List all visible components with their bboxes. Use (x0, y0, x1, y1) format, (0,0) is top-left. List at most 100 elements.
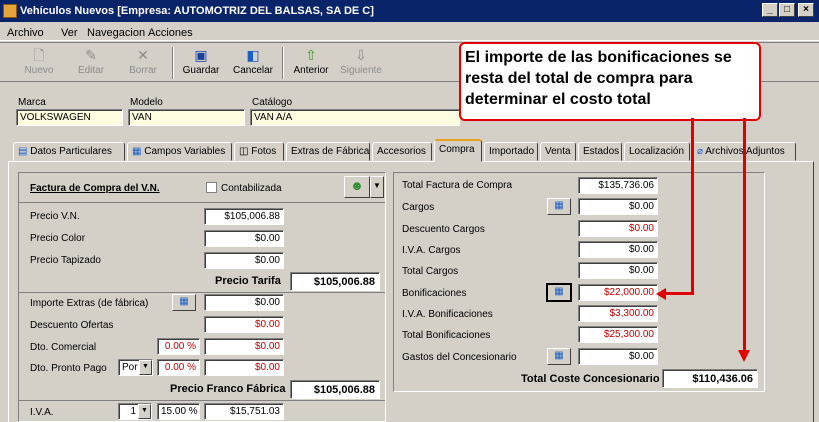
delete-button[interactable]: ✕ Borrar (120, 45, 166, 81)
edit-icon: ✎ (85, 47, 97, 63)
total-coste-label: Total Coste Concesionario (521, 373, 660, 385)
tab-campos-variables[interactable]: ▦ Campos Variables (127, 142, 232, 161)
previous-label: Anterior (293, 65, 329, 76)
callout-annotation: El importe de las bonificaciones se rest… (459, 42, 761, 121)
tab-importado[interactable]: Importado (484, 142, 538, 161)
save-icon: ▣ (194, 47, 208, 63)
importe-extras-label: Importe Extras (de fábrica) (30, 298, 149, 309)
total-bonificaciones-label: Total Bonificaciones (402, 330, 491, 341)
precio-tapizado-label: Precio Tapizado (30, 255, 101, 266)
bonificaciones-label: Bonificaciones (402, 288, 467, 299)
next-button[interactable]: ⇩ Siguiente (338, 45, 384, 81)
cargos-label: Cargos (402, 202, 435, 213)
delete-icon: ✕ (137, 47, 149, 63)
iva-dropdown-button[interactable]: ▼ (138, 404, 151, 419)
photos-icon: ◫ (239, 146, 249, 157)
chevron-down-icon: ▼ (373, 181, 381, 190)
iva-pct-field[interactable]: 15.00 % (157, 403, 200, 420)
tab-datos-particulares[interactable]: ▤ Datos Particulares (13, 142, 125, 161)
next-label: Siguiente (340, 65, 382, 76)
descuento-cargos-field[interactable]: $0.00 (578, 220, 658, 237)
chevron-down-icon: ▼ (142, 363, 149, 370)
total-factura-field: $135,736.06 (578, 177, 658, 194)
importe-extras-button[interactable]: ▦ (172, 294, 196, 311)
tab-label: Fotos (251, 146, 277, 157)
tab-venta[interactable]: Venta (540, 142, 576, 161)
title-bar: Vehículos Nuevos [Empresa: AUTOMOTRIZ DE… (0, 0, 819, 22)
factura-section-title: Factura de Compra del V.N. (30, 183, 160, 194)
minimize-button[interactable]: _ (762, 3, 778, 17)
precio-franco-total: $105,006.88 (290, 380, 380, 399)
tab-label: Compra (439, 144, 475, 155)
tab-label: Accesorios (377, 146, 426, 157)
tab-accesorios[interactable]: Accesorios (372, 142, 432, 161)
previous-button[interactable]: ⇧ Anterior (288, 45, 334, 81)
menu-acciones[interactable]: Acciones (148, 27, 193, 39)
dto-comercial-pct-field[interactable]: 0.00 % (157, 338, 200, 355)
down-arrow-icon: ⇩ (355, 47, 367, 63)
dto-pronto-select-value: Por (122, 362, 138, 373)
actions-button[interactable]: ☻ (344, 176, 370, 198)
cargos-field[interactable]: $0.00 (578, 198, 658, 215)
tab-label: Localización (629, 146, 685, 157)
actions-dropdown-button[interactable]: ▼ (370, 176, 384, 198)
importe-extras-field[interactable]: $0.00 (204, 294, 284, 311)
delete-label: Borrar (129, 65, 157, 76)
iva-label: I.V.A. (30, 407, 54, 418)
dto-pronto-pago-field[interactable]: $0.00 (204, 359, 284, 376)
cancel-button[interactable]: ◧ Cancelar (230, 45, 276, 81)
precio-tapizado-field[interactable]: $0.00 (204, 252, 284, 269)
calculator-icon: ▦ (179, 296, 189, 307)
divider (19, 400, 385, 401)
save-button[interactable]: ▣ Guardar (178, 45, 224, 81)
tab-compra[interactable]: Compra (434, 139, 482, 162)
calculator-icon: ▦ (554, 200, 564, 211)
close-button[interactable]: × (798, 3, 814, 17)
tab-extras-fabrica[interactable]: Extras de Fábrica (286, 142, 370, 161)
modelo-field[interactable]: VAN (128, 109, 245, 126)
iva-select-value: 1 (130, 406, 136, 417)
tab-fotos[interactable]: ◫ Fotos (234, 142, 284, 161)
iva-bonificaciones-label: I.V.A. Bonificaciones (402, 309, 493, 320)
dto-comercial-field[interactable]: $0.00 (204, 338, 284, 355)
catalogo-field[interactable]: VAN A/A (250, 109, 460, 126)
precio-color-field[interactable]: $0.00 (204, 230, 284, 247)
marca-field[interactable]: VOLKSWAGEN (16, 109, 123, 126)
tab-label: Importado (489, 146, 535, 157)
tab-label: Venta (545, 146, 571, 157)
descuento-ofertas-field[interactable]: $0.00 (204, 316, 284, 333)
new-button[interactable]: 🗋 Nuevo (16, 45, 62, 81)
callout-arrowhead (738, 350, 750, 362)
grid-icon: ▦ (132, 146, 142, 157)
tab-localizacion[interactable]: Localización (624, 142, 690, 161)
maximize-button[interactable]: □ (779, 3, 795, 17)
gastos-field[interactable]: $0.00 (578, 348, 658, 365)
iva-bonificaciones-field[interactable]: $3,300.00 (578, 305, 658, 322)
menu-navegacion[interactable]: Navegacion (87, 27, 145, 39)
total-cargos-label: Total Cargos (402, 266, 459, 277)
toolbar-separator (172, 47, 174, 79)
edit-button[interactable]: ✎ Editar (68, 45, 114, 81)
bonificaciones-button[interactable]: ▦ (546, 283, 572, 302)
dto-pronto-pct-field[interactable]: 0.00 % (157, 359, 200, 376)
total-factura-label: Total Factura de Compra (402, 180, 513, 191)
iva-cargos-field[interactable]: $0.00 (578, 241, 658, 258)
menu-ver[interactable]: Ver (61, 27, 78, 39)
paperclip-icon: ⌀ (697, 146, 704, 157)
gastos-button[interactable]: ▦ (547, 348, 571, 365)
iva-field[interactable]: $15,751.03 (204, 403, 284, 420)
cargos-button[interactable]: ▦ (547, 198, 571, 215)
tab-label: Estados (583, 146, 620, 157)
calculator-icon: ▦ (554, 286, 564, 297)
dto-pronto-dropdown-button[interactable]: ▼ (139, 360, 152, 375)
bonificaciones-field[interactable]: $22,000.00 (578, 284, 658, 301)
contabilizada-checkbox[interactable] (206, 182, 217, 193)
menu-archivo[interactable]: Archivo (7, 27, 44, 39)
precio-color-label: Precio Color (30, 233, 86, 244)
callout-arrow-line (663, 292, 694, 295)
precio-vn-field[interactable]: $105,006.88 (204, 208, 284, 225)
callout-arrow-line (743, 118, 746, 350)
chevron-down-icon: ▼ (141, 407, 148, 414)
tab-estados[interactable]: Estados (578, 142, 622, 161)
catalogo-label: Catálogo (252, 97, 293, 108)
